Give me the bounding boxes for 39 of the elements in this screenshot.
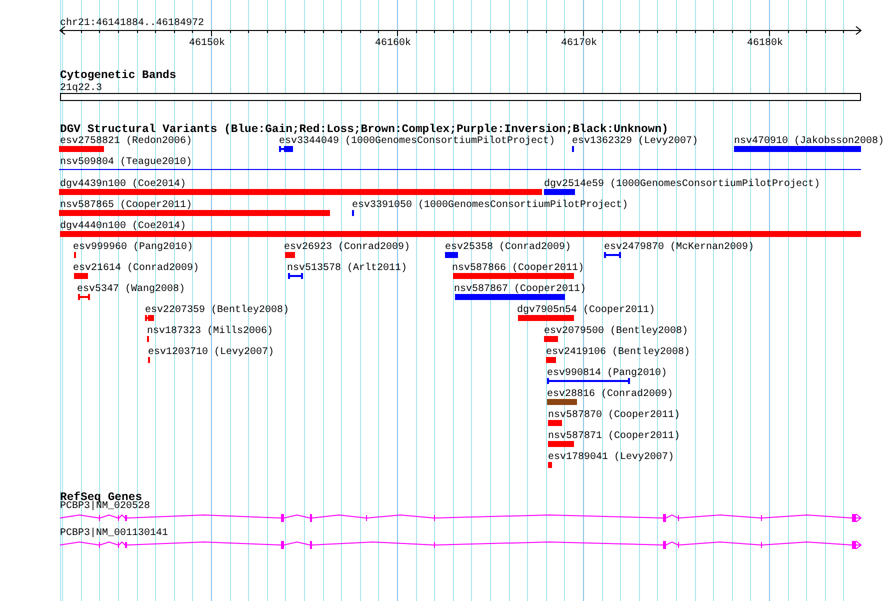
variant-label: esv3391050 (1000GenomesConsortiumPilotProject) <box>352 200 628 211</box>
variant-label: esv2079500 (Bentley2008) <box>544 326 688 337</box>
track-title: DGV Structural Variants (Blue:Gain;Red:Loss;Brown:Complex;Purple:Inversion;Black:Unknown) <box>60 124 668 136</box>
variant-label: esv28816 (Conrad2009) <box>547 389 674 400</box>
variant-label: nsv513578 (Arlt2011) <box>287 263 408 274</box>
variant-label: dgv2514e59 (1000GenomesConsortiumPilotProject) <box>544 179 820 190</box>
track-title: Cytogenetic Bands <box>60 70 176 82</box>
variant-label: esv26923 (Conrad2009) <box>284 242 410 253</box>
variant-label: nsv187323 (Mills2006) <box>147 326 274 337</box>
variant-label: esv1362329 (Levy2007) <box>572 136 698 147</box>
ruler-label: 46150k <box>189 38 225 49</box>
ruler-label: 46170k <box>561 38 597 49</box>
variant-label: esv2419106 (Bentley2008) <box>546 347 690 358</box>
variant-label: nsv587871 (Cooper2011) <box>548 431 680 442</box>
variant-label: esv2479870 (McKernan2009) <box>604 242 754 253</box>
variant-label: esv990814 (Pang2010) <box>547 368 668 379</box>
variant-label: nsv587870 (Cooper2011) <box>548 410 680 421</box>
variant-label: esv5347 (Wang2008) <box>77 284 186 295</box>
variant-label: nsv587866 (Cooper2011) <box>452 263 584 274</box>
variant-label: esv21614 (Conrad2009) <box>73 263 200 274</box>
variant-label: esv2758821 (Redon2006) <box>60 136 192 147</box>
band-label: 21q22.3 <box>60 83 102 94</box>
variant-label: esv999960 (Pang2010) <box>73 242 194 253</box>
variant-label: nsv587865 (Cooper2011) <box>60 200 192 211</box>
variant-label: dgv4439n100 (Coe2014) <box>60 179 186 190</box>
variant-label: esv2207359 (Bentley2008) <box>145 305 290 316</box>
variant-label: dgv7905n54 (Cooper2011) <box>517 305 656 316</box>
variant-label: esv25358 (Conrad2009) <box>445 242 572 253</box>
variant-label: esv1203710 (Levy2007) <box>148 347 274 358</box>
variant-label: esv3344049 (1000GenomesConsortiumPilotProject) <box>279 136 556 147</box>
gene-label: PCBP3|NM_001130141 <box>60 528 168 539</box>
variant-label: dgv4440n100 (Coe2014) <box>60 221 186 232</box>
ruler-label: 46160k <box>375 38 411 49</box>
ruler-label: 46180k <box>747 38 783 49</box>
variant-label: esv1789041 (Levy2007) <box>548 452 674 463</box>
variant-label: nsv587867 (Cooper2011) <box>454 284 586 295</box>
variant-label: nsv470910 (Jakobsson2008) <box>734 136 884 147</box>
location-label: chr21:46141884..46184972 <box>60 18 204 29</box>
variant-label: nsv509804 (Teague2010) <box>60 157 192 168</box>
